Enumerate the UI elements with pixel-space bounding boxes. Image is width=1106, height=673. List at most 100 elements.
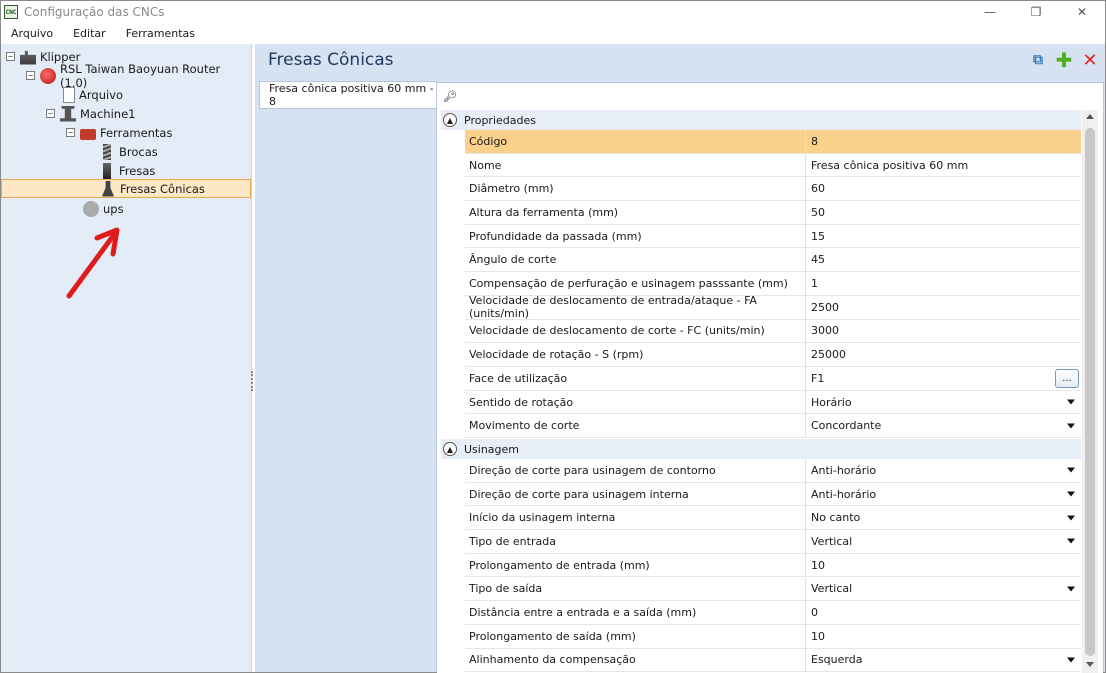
category-usinagem[interactable]: ▲ Usinagem — [441, 439, 1081, 459]
copy-icon[interactable]: ⧉ — [1029, 51, 1047, 69]
property-row[interactable]: Face de utilização F1 ... — [465, 367, 1081, 391]
property-label: Velocidade de rotação - S (rpm) — [465, 343, 806, 366]
property-dropdown[interactable]: Concordante — [806, 414, 1081, 437]
scroll-down-icon[interactable] — [1086, 662, 1094, 667]
scrollbar-thumb[interactable] — [1085, 128, 1095, 656]
property-value[interactable]: 0 — [806, 601, 1081, 624]
property-dropdown[interactable]: Vertical — [806, 530, 1081, 553]
tree-item-fresas[interactable]: Fresas — [99, 161, 155, 180]
property-row[interactable]: Tipo de entrada Vertical — [465, 530, 1081, 554]
property-value[interactable]: F1 ... — [806, 367, 1081, 390]
property-row[interactable]: Início da usinagem interna No canto — [465, 506, 1081, 531]
tree-item-fresas-conicas[interactable]: Fresas Cônicas — [1, 179, 251, 198]
tree-item-setups[interactable]: ups — [83, 199, 124, 218]
property-row[interactable]: Compensação de perfuração e usinagem pas… — [465, 272, 1081, 296]
dropdown-arrow-icon[interactable] — [1067, 538, 1075, 544]
window-title: Configuração das CNCs — [24, 5, 165, 19]
property-value[interactable]: 10 — [806, 554, 1081, 577]
title-bar[interactable]: CNC Configuração das CNCs — ❐ ✕ — [1, 1, 1105, 23]
property-dropdown[interactable]: Anti-horário — [806, 459, 1081, 482]
property-dropdown[interactable]: No canto — [806, 506, 1081, 529]
property-label: Tipo de entrada — [465, 530, 806, 553]
dropdown-arrow-icon[interactable] — [1067, 423, 1075, 429]
scroll-up-icon[interactable] — [1086, 114, 1094, 119]
tool-list-item[interactable]: Fresa cônica positiva 60 mm - 8 — [259, 81, 437, 109]
property-row[interactable]: Direção de corte para usinagem de contor… — [465, 459, 1081, 483]
property-row[interactable]: Profundidade da passada (mm) 15 — [465, 224, 1081, 249]
tree-item-label: Brocas — [119, 144, 158, 159]
menu-ferramentas[interactable]: Ferramentas — [116, 27, 205, 40]
property-grid: ▲ Propriedades Código 8 Nome Fresa cônic… — [437, 110, 1103, 673]
vertical-scrollbar[interactable] — [1082, 110, 1098, 673]
collapse-category-icon[interactable]: ▲ — [443, 442, 457, 456]
property-row[interactable]: Distância entre a entrada e a saída (mm)… — [465, 601, 1081, 625]
property-search[interactable]: 🔑︎ — [437, 83, 1103, 109]
dropdown-arrow-icon[interactable] — [1067, 491, 1075, 497]
property-value[interactable]: 15 — [806, 225, 1081, 248]
property-label: Alinhamento da compensação — [465, 648, 806, 672]
menu-editar[interactable]: Editar — [63, 27, 116, 40]
tree-item-brocas[interactable]: Brocas — [99, 142, 158, 161]
property-value[interactable]: 2500 — [806, 296, 1081, 319]
close-button[interactable]: ✕ — [1059, 1, 1105, 23]
property-value-text: F1 — [811, 371, 825, 385]
property-value[interactable]: 10 — [806, 625, 1081, 648]
property-row[interactable]: Direção de corte para usinagem interna A… — [465, 482, 1081, 507]
collapse-category-icon[interactable]: ▲ — [443, 113, 457, 127]
collapse-icon[interactable]: − — [46, 109, 55, 118]
dropdown-arrow-icon[interactable] — [1067, 399, 1075, 405]
property-label: Início da usinagem interna — [465, 506, 806, 530]
property-row[interactable]: Prolongamento de saída (mm) 10 — [465, 624, 1081, 649]
dropdown-arrow-icon[interactable] — [1067, 467, 1075, 473]
property-value[interactable]: 1 — [806, 272, 1081, 295]
property-dropdown[interactable]: Anti-horário — [806, 483, 1081, 506]
property-row[interactable]: Alinhamento da compensação Esquerda — [465, 648, 1081, 673]
category-propriedades[interactable]: ▲ Propriedades — [441, 110, 1081, 130]
app-logo-icon: CNC — [4, 5, 18, 19]
property-row[interactable]: Altura da ferramenta (mm) 50 — [465, 201, 1081, 225]
dropdown-arrow-icon[interactable] — [1067, 657, 1075, 663]
tree-item-ferramentas[interactable]: − Ferramentas — [66, 123, 172, 142]
property-value[interactable]: 60 — [806, 177, 1081, 200]
property-value[interactable]: 25000 — [806, 343, 1081, 366]
property-row[interactable]: Diâmetro (mm) 60 — [465, 177, 1081, 202]
property-row[interactable]: Prolongamento de entrada (mm) 10 — [465, 553, 1081, 578]
property-dropdown[interactable]: Horário — [806, 391, 1081, 414]
property-dropdown[interactable]: Esquerda — [806, 649, 1081, 672]
property-value[interactable]: Fresa cônica positiva 60 mm — [806, 154, 1081, 177]
add-icon[interactable]: ✚ — [1055, 48, 1073, 72]
property-value[interactable]: 8 — [806, 130, 1081, 153]
property-row[interactable]: Velocidade de deslocamento de entrada/at… — [465, 294, 1081, 320]
property-label: Prolongamento de saída (mm) — [465, 624, 806, 648]
property-value-text: Concordante — [811, 419, 882, 433]
property-row[interactable]: Nome Fresa cônica positiva 60 mm — [465, 153, 1081, 178]
tree-item-arquivo[interactable]: Arquivo — [63, 85, 123, 104]
property-row[interactable]: Velocidade de deslocamento de corte - FC… — [465, 319, 1081, 344]
property-value[interactable]: 45 — [806, 249, 1081, 272]
property-row[interactable]: Ângulo de corte 45 — [465, 248, 1081, 273]
menu-bar: Arquivo Editar Ferramentas — [1, 23, 1105, 44]
property-value[interactable]: 50 — [806, 201, 1081, 224]
property-row[interactable]: Código 8 — [465, 130, 1081, 154]
tree-item-rsl-router[interactable]: − RSL Taiwan Baoyuan Router (1.0) — [26, 62, 251, 90]
property-row[interactable]: Sentido de rotação Horário — [465, 390, 1081, 415]
property-value-text: Vertical — [811, 534, 853, 548]
dropdown-arrow-icon[interactable] — [1067, 586, 1075, 592]
delete-icon[interactable]: ✕ — [1081, 50, 1099, 71]
collapse-icon[interactable]: − — [6, 52, 15, 61]
ellipsis-button[interactable]: ... — [1055, 369, 1079, 388]
property-row[interactable]: Velocidade de rotação - S (rpm) 25000 — [465, 343, 1081, 367]
collapse-icon[interactable]: − — [26, 71, 35, 80]
property-dropdown[interactable]: Vertical — [806, 578, 1081, 601]
menu-arquivo[interactable]: Arquivo — [1, 27, 63, 40]
restore-button[interactable]: ❐ — [1013, 1, 1059, 23]
property-row[interactable]: Tipo de saída Vertical — [465, 577, 1081, 602]
tree-item-machine1[interactable]: − Machine1 — [46, 104, 135, 123]
property-row[interactable]: Movimento de corte Concordante — [465, 414, 1081, 439]
dropdown-arrow-icon[interactable] — [1067, 515, 1075, 521]
property-value[interactable]: 3000 — [806, 320, 1081, 343]
property-value-text: No canto — [811, 511, 861, 525]
minimize-button[interactable]: — — [967, 1, 1013, 23]
tree-item-label: Ferramentas — [100, 125, 173, 140]
collapse-icon[interactable]: − — [66, 128, 75, 137]
